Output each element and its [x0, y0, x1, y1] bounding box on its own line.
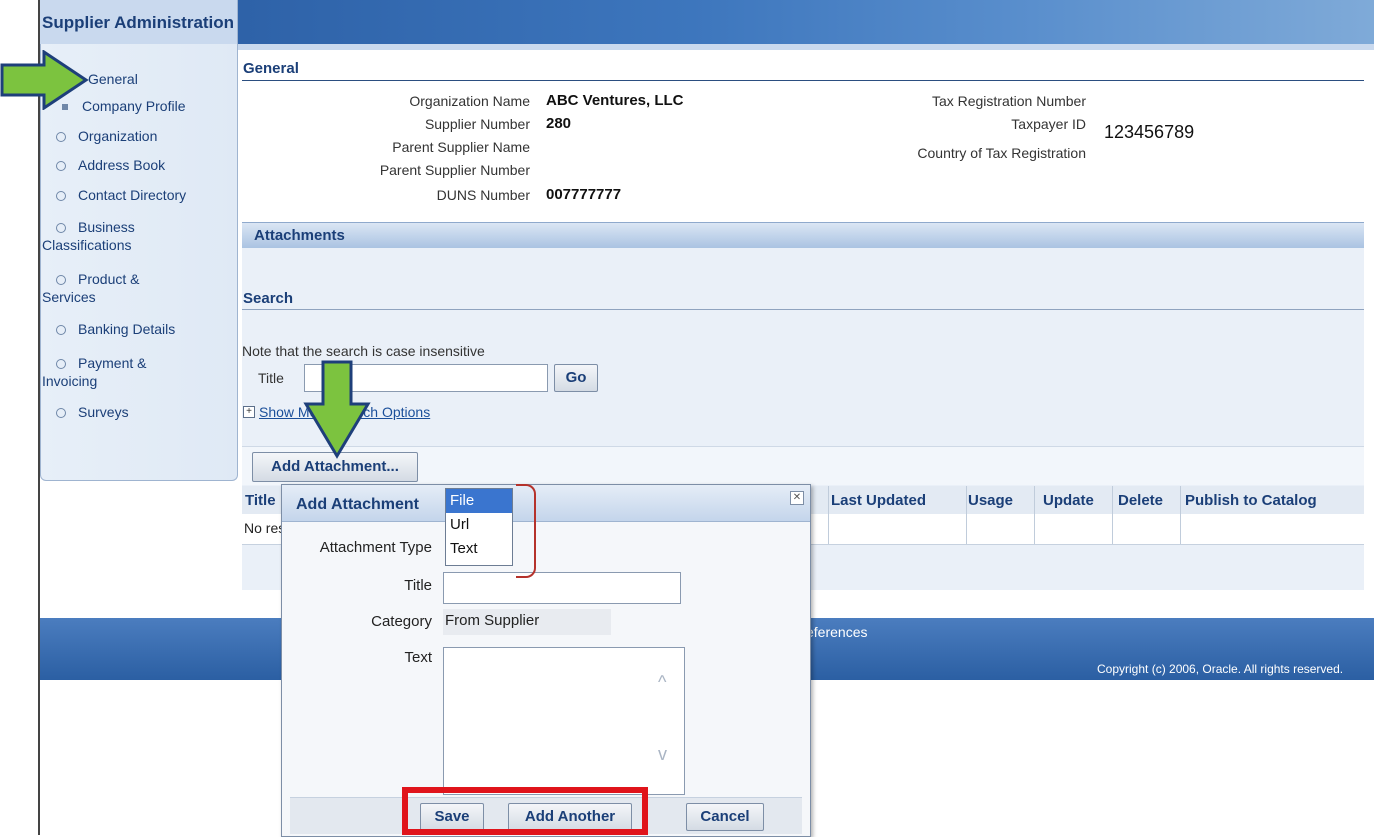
sidebar-item-label-1: Product &	[78, 271, 140, 287]
column-divider	[1180, 486, 1181, 544]
cancel-button[interactable]: Cancel	[686, 803, 764, 831]
go-button[interactable]: Go	[554, 364, 598, 392]
category-value: From Supplier	[443, 609, 611, 635]
sidebar-item-business-classifications[interactable]: Business Classifications	[42, 218, 135, 254]
general-section-title: General	[243, 60, 299, 77]
sidebar-item-address-book[interactable]: Address Book	[56, 156, 165, 174]
circle-bullet-icon	[56, 275, 66, 286]
scroll-up-icon[interactable]: ^	[658, 672, 666, 693]
sidebar-item-label-2: Invoicing	[42, 373, 98, 389]
scroll-down-icon[interactable]: v	[658, 744, 667, 765]
attachment-title-input[interactable]	[443, 572, 681, 604]
circle-bullet-icon	[56, 191, 66, 202]
sidebar-item-label-2: Classifications	[42, 237, 132, 253]
duns-number-label: DUNS Number	[436, 187, 530, 203]
taxpayer-id-label: Taxpayer ID	[1011, 116, 1086, 132]
sub-banner	[238, 44, 1374, 50]
dropdown-option-file[interactable]: File	[446, 489, 512, 513]
search-title-label: Title	[258, 370, 284, 386]
column-header-delete: Delete	[1118, 492, 1164, 509]
taxpayer-id-value: 123456789	[1104, 122, 1195, 142]
sidebar-item-label-2: Services	[42, 289, 96, 305]
sidebar-item-surveys[interactable]: Surveys	[56, 403, 129, 421]
org-name-label: Organization Name	[409, 93, 530, 109]
pointer-arrow-icon	[303, 360, 371, 459]
sidebar-item-organization[interactable]: Organization	[56, 127, 157, 145]
circle-bullet-icon	[56, 325, 66, 336]
pointer-arrow-icon	[0, 50, 89, 110]
duns-number-value: 007777777	[546, 186, 622, 203]
circle-bullet-icon	[56, 161, 66, 172]
sidebar-item-banking-details[interactable]: Banking Details	[56, 320, 175, 338]
sidebar-item-label-1: Payment &	[78, 355, 147, 371]
column-header-update: Update	[1043, 492, 1094, 509]
dropdown-option-url[interactable]: Url	[446, 513, 512, 537]
country-tax-label: Country of Tax Registration	[917, 145, 1086, 161]
sidebar-item-label: Contact Directory	[78, 187, 187, 203]
sidebar-item-label: Surveys	[78, 404, 129, 420]
column-header-publish: Publish to Catalog	[1185, 492, 1317, 509]
circle-bullet-icon	[56, 359, 66, 370]
sidebar-item-label: Organization	[78, 128, 158, 144]
attachment-type-label: Attachment Type	[319, 539, 432, 556]
column-divider	[1112, 486, 1113, 544]
search-divider	[242, 309, 1364, 310]
org-name-value: ABC Ventures, LLC	[546, 92, 684, 109]
circle-bullet-icon	[56, 132, 66, 143]
sidebar-item-label: Address Book	[78, 157, 166, 173]
supplier-number-label: Supplier Number	[424, 116, 530, 132]
add-attachment-dialog: Add Attachment ✕ Attachment Type File Ur…	[281, 484, 811, 837]
column-divider	[828, 486, 829, 544]
sidebar-item-contact-directory[interactable]: Contact Directory	[56, 186, 186, 204]
column-header-last-updated[interactable]: Last Updated	[831, 492, 926, 509]
top-banner-gradient	[238, 0, 1374, 44]
sidebar-item-label: Banking Details	[78, 321, 176, 337]
search-note: Note that the search is case insensitive	[242, 343, 485, 359]
attachment-type-dropdown[interactable]: File Url Text	[445, 488, 513, 566]
circle-bullet-icon	[56, 223, 66, 234]
supplier-number-value: 280	[546, 115, 572, 132]
copyright-text: Copyright (c) 2006, Oracle. All rights r…	[1097, 662, 1344, 676]
dropdown-option-text[interactable]: Text	[446, 537, 512, 561]
column-header-usage[interactable]: Usage	[968, 492, 1013, 509]
highlight-box	[402, 787, 648, 835]
sidebar-item-payment-invoicing[interactable]: Payment & Invoicing	[42, 354, 147, 390]
column-header-title[interactable]: Title	[245, 492, 276, 509]
dialog-title-label: Title	[404, 577, 432, 594]
section-divider	[242, 80, 1364, 81]
callout-bracket	[516, 484, 536, 578]
sidebar-item-label-1: Business	[78, 219, 135, 235]
column-divider	[966, 486, 967, 544]
app-title: Supplier Administration	[40, 0, 238, 44]
sidebar-item-product-services[interactable]: Product & Services	[42, 270, 140, 306]
attachment-text-area[interactable]: ^ v	[443, 647, 685, 795]
text-label: Text	[404, 649, 432, 666]
category-label: Category	[371, 613, 432, 630]
column-divider	[1034, 486, 1035, 544]
close-icon[interactable]: ✕	[790, 491, 804, 505]
parent-supplier-name-label: Parent Supplier Name	[392, 139, 530, 155]
circle-bullet-icon	[56, 408, 66, 419]
tax-registration-label: Tax Registration Number	[931, 93, 1086, 109]
dialog-title: Add Attachment	[296, 496, 419, 513]
parent-supplier-number-label: Parent Supplier Number	[379, 162, 530, 178]
attachments-header: Attachments	[242, 222, 1364, 248]
expand-plus-icon[interactable]: +	[243, 406, 255, 418]
search-section-title: Search	[243, 290, 294, 307]
